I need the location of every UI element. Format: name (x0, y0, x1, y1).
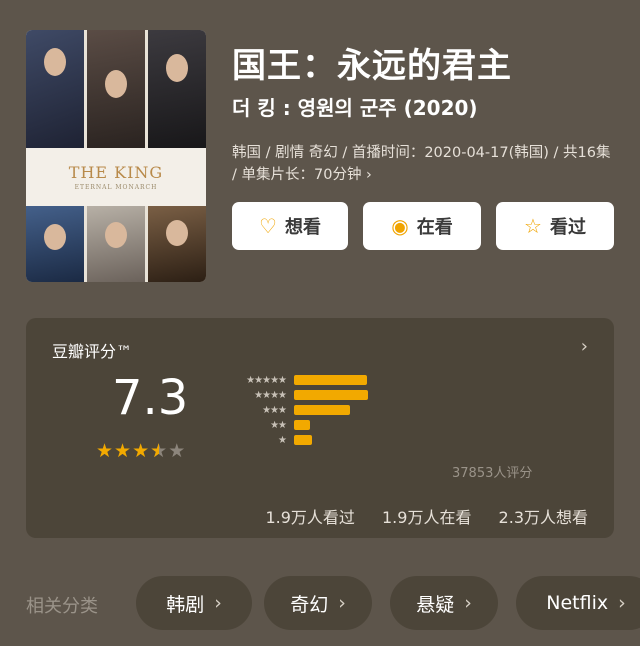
rating-source-label: 豆瓣评分™ (52, 342, 133, 361)
poster-subtitle: ETERNAL MONARCH (74, 184, 158, 191)
poster-cast-photo (148, 206, 206, 282)
audience-stats: 1.9万人看过 1.9万人在看 2.3万人想看 (243, 504, 588, 528)
distribution-star-label: ★★ (270, 419, 287, 431)
category-chip-label: Netflix (546, 592, 609, 614)
want-to-watch-label: 想看 (284, 217, 321, 238)
poster-cast-photo (87, 30, 145, 148)
star-icon: ★ (96, 440, 115, 462)
distribution-star-label: ★★★ (262, 404, 287, 416)
category-chip-label: 韩剧 (166, 593, 205, 616)
rating-count: 37853人评分 (452, 466, 533, 481)
distribution-row: ★★★★ (222, 389, 368, 401)
distribution-row: ★ (222, 434, 312, 446)
category-chip-fantasy[interactable]: 奇幻 › (264, 576, 372, 630)
heart-plus-icon: ♡ (259, 214, 277, 238)
original-title: 더 킹 : 영원의 군주 (2020) (232, 96, 478, 120)
star-empty-icon: ★ (168, 440, 187, 462)
poster-cast-photo (148, 30, 206, 148)
distribution-star-label: ★★★★★ (246, 374, 287, 386)
watching-button[interactable]: ◉ 在看 (363, 202, 481, 250)
rating-score: 7.3 (112, 370, 189, 426)
distribution-star-label: ★ (278, 434, 287, 446)
distribution-star-label: ★★★★ (254, 389, 287, 401)
star-outline-icon: ☆ (524, 214, 542, 238)
distribution-row: ★★★ (222, 404, 350, 416)
chevron-right-icon[interactable]: › (581, 336, 588, 357)
target-icon: ◉ (391, 214, 409, 238)
distribution-bar (294, 405, 350, 415)
star-icon: ★ (114, 440, 133, 462)
category-chip-label: 奇幻 (290, 593, 329, 616)
distribution-bar (294, 420, 310, 430)
rating-distribution: ★★★★★ ★★★★ ★★★ ★★ ★ (222, 374, 552, 464)
watched-count: 1.9万人看过 (265, 508, 355, 527)
category-chip-label: 悬疑 (416, 593, 455, 616)
rating-card[interactable]: 豆瓣评分™ › 7.3 ★★★★★ ★★★★★★★★★★★★★★★ 37853人… (26, 318, 614, 538)
category-chip-korean-drama[interactable]: 韩剧 › (136, 576, 252, 630)
poster-title: THE KING (68, 163, 164, 182)
distribution-bar (294, 390, 368, 400)
poster-cast-photo (26, 206, 84, 282)
poster-title-band: THE KING ETERNAL MONARCH (26, 148, 206, 206)
distribution-bar (294, 435, 312, 445)
category-chip-mystery[interactable]: 悬疑 › (390, 576, 498, 630)
distribution-row: ★★★★★ (222, 374, 367, 386)
show-meta-info[interactable]: 韩国 / 剧情 奇幻 / 首播时间：2020-04-17(韩国) / 共16集 … (232, 142, 616, 186)
watched-label: 看过 (549, 217, 586, 238)
want-count: 2.3万人想看 (498, 508, 588, 527)
watching-count: 1.9万人在看 (382, 508, 472, 527)
chevron-right-icon: › (618, 592, 626, 614)
chevron-right-icon: › (214, 592, 222, 614)
page-title: 国王：永远的君主 (232, 46, 512, 86)
half-star-icon: ★ (150, 440, 168, 462)
watching-label: 在看 (416, 217, 453, 238)
watched-button[interactable]: ☆ 看过 (496, 202, 614, 250)
chevron-right-icon: › (464, 592, 472, 614)
star-icon: ★ (132, 440, 151, 462)
poster-cast-photo (26, 30, 84, 148)
poster-cast-photo (87, 206, 145, 282)
distribution-bar (294, 375, 367, 385)
chevron-right-icon: › (338, 592, 346, 614)
category-chip-netflix[interactable]: Netflix › (516, 576, 640, 630)
distribution-row: ★★ (222, 419, 310, 431)
rating-stars: ★★★★ ★ (96, 440, 186, 462)
want-to-watch-button[interactable]: ♡ 想看 (232, 202, 348, 250)
related-categories-label: 相关分类 (26, 596, 98, 617)
poster-image[interactable]: THE KING ETERNAL MONARCH (26, 30, 206, 282)
